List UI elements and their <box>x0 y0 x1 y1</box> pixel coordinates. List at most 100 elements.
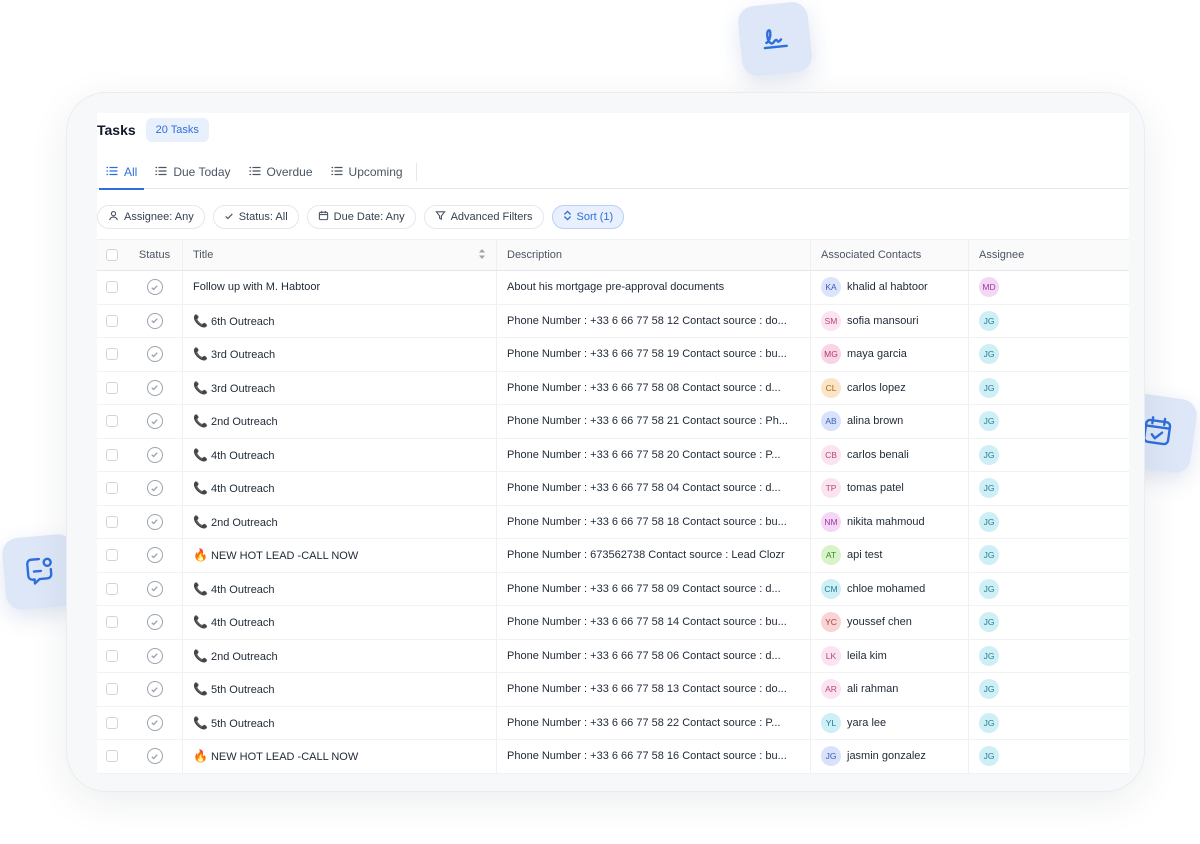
row-assignee-cell[interactable]: JG <box>969 539 1129 572</box>
complete-check-icon[interactable] <box>146 714 163 731</box>
row-assignee-cell[interactable]: JG <box>969 405 1129 438</box>
complete-check-icon[interactable] <box>146 748 163 765</box>
assignee-column-header[interactable]: Assignee <box>969 240 1129 270</box>
row-contact-cell[interactable]: AR ali rahman <box>811 673 969 706</box>
table-row[interactable]: 📞 4th Outreach Phone Number : +33 6 66 77 … <box>97 572 1129 606</box>
sort-button[interactable]: Sort (1) <box>551 205 625 229</box>
row-checkbox[interactable] <box>106 649 118 662</box>
row-assignee-cell[interactable]: JG <box>969 740 1129 773</box>
title-column-header[interactable]: Title <box>183 240 497 270</box>
complete-check-icon[interactable] <box>146 513 163 530</box>
row-checkbox[interactable] <box>106 448 118 461</box>
table-row[interactable]: Follow up with M. Habtoor About his mortg… <box>97 271 1129 305</box>
row-contact-cell[interactable]: KA khalid al habtoor <box>811 271 969 304</box>
row-title-cell[interactable]: 📞 4th Outreach <box>183 606 497 639</box>
select-all-checkbox[interactable] <box>106 249 118 261</box>
row-contact-cell[interactable]: NM nikita mahmoud <box>811 505 969 538</box>
row-assignee-cell[interactable]: JG <box>969 338 1129 371</box>
row-checkbox[interactable] <box>106 281 118 294</box>
row-contact-cell[interactable]: CM chloe mohamed <box>811 572 969 605</box>
table-row[interactable]: 📞 2nd Outreach Phone Number : +33 6 66 77 … <box>97 505 1129 539</box>
row-contact-cell[interactable]: SM sofia mansouri <box>811 304 969 337</box>
row-title-cell[interactable]: 📞 2nd Outreach <box>183 505 497 538</box>
row-assignee-cell[interactable]: JG <box>969 673 1129 706</box>
tab-overdue[interactable]: Overdue <box>240 155 322 189</box>
row-assignee-cell[interactable]: JG <box>969 573 1129 606</box>
row-title-cell[interactable]: 🔥 NEW HOT LEAD -CALL NOW <box>183 740 497 773</box>
complete-check-icon[interactable] <box>146 480 163 497</box>
row-assignee-cell[interactable]: MD <box>969 271 1129 304</box>
row-checkbox[interactable] <box>106 348 118 361</box>
complete-check-icon[interactable] <box>146 279 163 296</box>
table-row[interactable]: 📞 5th Outreach Phone Number : +33 6 66 77 … <box>97 706 1129 740</box>
row-title-cell[interactable]: 📞 2nd Outreach <box>183 639 497 672</box>
complete-check-icon[interactable] <box>146 580 163 597</box>
assignee-filter[interactable]: Assignee: Any <box>97 205 205 229</box>
table-row[interactable]: 📞 4th Outreach Phone Number : +33 6 66 77 … <box>97 472 1129 506</box>
row-contact-cell[interactable]: AB alina brown <box>811 405 969 438</box>
row-title-cell[interactable]: 📞 3rd Outreach <box>183 338 497 371</box>
row-checkbox[interactable] <box>106 582 118 595</box>
row-title-cell[interactable]: 📞 3rd Outreach <box>183 371 497 404</box>
due-date-filter[interactable]: Due Date: Any <box>306 205 416 229</box>
contacts-column-header[interactable]: Associated Contacts <box>811 240 969 270</box>
row-contact-cell[interactable]: JG jasmin gonzalez <box>811 740 969 773</box>
complete-check-icon[interactable] <box>146 446 163 463</box>
row-checkbox[interactable] <box>106 482 118 495</box>
status-filter[interactable]: Status: All <box>212 205 299 229</box>
complete-check-icon[interactable] <box>146 547 163 564</box>
description-column-header[interactable]: Description <box>497 240 811 270</box>
row-contact-cell[interactable]: YL yara lee <box>811 706 969 739</box>
row-assignee-cell[interactable]: JG <box>969 506 1129 539</box>
row-title-cell[interactable]: 📞 4th Outreach <box>183 472 497 505</box>
table-row[interactable]: 📞 2nd Outreach Phone Number : +33 6 66 77 … <box>97 405 1129 439</box>
row-checkbox[interactable] <box>106 515 118 528</box>
row-assignee-cell[interactable]: JG <box>969 472 1129 505</box>
tab-upcoming[interactable]: Upcoming <box>322 155 412 189</box>
column-sort-icon[interactable] <box>478 249 486 261</box>
row-title-cell[interactable]: 📞 4th Outreach <box>183 438 497 471</box>
complete-check-icon[interactable] <box>146 312 163 329</box>
row-checkbox[interactable] <box>106 549 118 562</box>
row-assignee-cell[interactable]: JG <box>969 640 1129 673</box>
tab-due-today[interactable]: Due Today <box>146 155 239 189</box>
complete-check-icon[interactable] <box>146 614 163 631</box>
row-title-cell[interactable]: Follow up with M. Habtoor <box>183 271 497 304</box>
row-contact-cell[interactable]: CB carlos benali <box>811 438 969 471</box>
row-assignee-cell[interactable]: JG <box>969 707 1129 740</box>
table-row[interactable]: 📞 3rd Outreach Phone Number : +33 6 66 77 … <box>97 371 1129 405</box>
row-checkbox[interactable] <box>106 314 118 327</box>
table-row[interactable]: 📞 3rd Outreach Phone Number : +33 6 66 77 … <box>97 338 1129 372</box>
status-column-header[interactable]: Status <box>127 240 183 270</box>
row-contact-cell[interactable]: CL carlos lopez <box>811 371 969 404</box>
table-row[interactable]: 📞 6th Outreach Phone Number : +33 6 66 77 … <box>97 304 1129 338</box>
row-title-cell[interactable]: 📞 4th Outreach <box>183 572 497 605</box>
complete-check-icon[interactable] <box>146 413 163 430</box>
table-row[interactable]: 🔥 NEW HOT LEAD -CALL NOW Phone Number : +3… <box>97 740 1129 774</box>
row-contact-cell[interactable]: MG maya garcia <box>811 338 969 371</box>
complete-check-icon[interactable] <box>146 379 163 396</box>
table-row[interactable]: 📞 5th Outreach Phone Number : +33 6 66 77 … <box>97 673 1129 707</box>
row-checkbox[interactable] <box>106 616 118 629</box>
row-title-cell[interactable]: 📞 6th Outreach <box>183 304 497 337</box>
row-checkbox[interactable] <box>106 683 118 696</box>
table-row[interactable]: 🔥 NEW HOT LEAD -CALL NOW Phone Number : 67… <box>97 539 1129 573</box>
table-row[interactable]: 📞 4th Outreach Phone Number : +33 6 66 77 … <box>97 606 1129 640</box>
row-contact-cell[interactable]: AT api test <box>811 539 969 572</box>
row-contact-cell[interactable]: LK leila kim <box>811 639 969 672</box>
row-checkbox[interactable] <box>106 750 118 763</box>
row-assignee-cell[interactable]: JG <box>969 439 1129 472</box>
row-checkbox[interactable] <box>106 381 118 394</box>
row-assignee-cell[interactable]: JG <box>969 606 1129 639</box>
advanced-filters-button[interactable]: Advanced Filters <box>423 205 544 229</box>
row-title-cell[interactable]: 📞 2nd Outreach <box>183 405 497 438</box>
row-title-cell[interactable]: 📞 5th Outreach <box>183 706 497 739</box>
row-contact-cell[interactable]: YC youssef chen <box>811 606 969 639</box>
table-row[interactable]: 📞 2nd Outreach Phone Number : +33 6 66 77 … <box>97 639 1129 673</box>
table-row[interactable]: 📞 4th Outreach Phone Number : +33 6 66 77 … <box>97 438 1129 472</box>
row-assignee-cell[interactable]: JG <box>969 305 1129 338</box>
complete-check-icon[interactable] <box>146 346 163 363</box>
complete-check-icon[interactable] <box>146 647 163 664</box>
row-title-cell[interactable]: 📞 5th Outreach <box>183 673 497 706</box>
complete-check-icon[interactable] <box>146 681 163 698</box>
